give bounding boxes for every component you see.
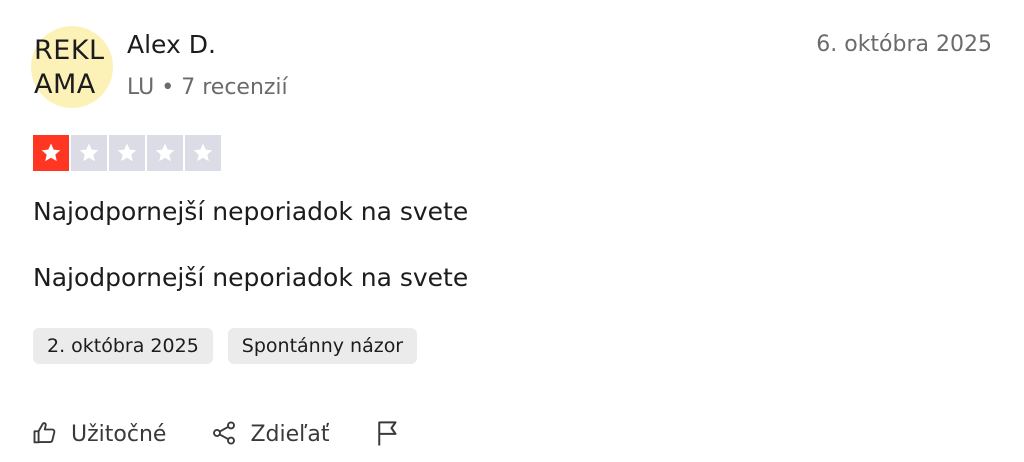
avatar[interactable]: REKL AMA <box>31 26 113 108</box>
reviewer-meta: LU • 7 recenzií <box>127 75 288 100</box>
star-rating <box>33 135 221 171</box>
useful-label: Užitočné <box>71 422 167 447</box>
flag-icon <box>373 418 403 452</box>
review-body: Najodpornejší neporiadok na svete <box>33 263 469 292</box>
star-icon <box>109 135 145 171</box>
report-button[interactable] <box>373 418 403 452</box>
star-icon <box>33 135 69 171</box>
share-icon <box>210 419 238 451</box>
star-icon <box>185 135 221 171</box>
experience-date-tag: 2. októbra 2025 <box>33 328 213 364</box>
review-card: REKL AMA Alex D. LU • 7 recenzií 6. októ… <box>0 0 1024 462</box>
review-tags: 2. októbra 2025 Spontánny názor <box>33 328 418 364</box>
thumbs-up-icon <box>31 419 59 451</box>
review-title: Najodpornejší neporiadok na svete <box>33 197 469 226</box>
review-actions: Užitočné Zdieľať <box>31 418 403 452</box>
review-date: 6. októbra 2025 <box>816 32 992 57</box>
star-icon <box>71 135 107 171</box>
review-source-tag: Spontánny názor <box>227 328 418 364</box>
useful-button[interactable]: Užitočné <box>31 419 166 451</box>
share-label: Zdieľať <box>250 422 330 447</box>
avatar-text: REKL AMA <box>34 35 105 100</box>
star-icon <box>147 135 183 171</box>
reviewer-name[interactable]: Alex D. <box>127 30 216 60</box>
share-button[interactable]: Zdieľať <box>210 419 329 451</box>
